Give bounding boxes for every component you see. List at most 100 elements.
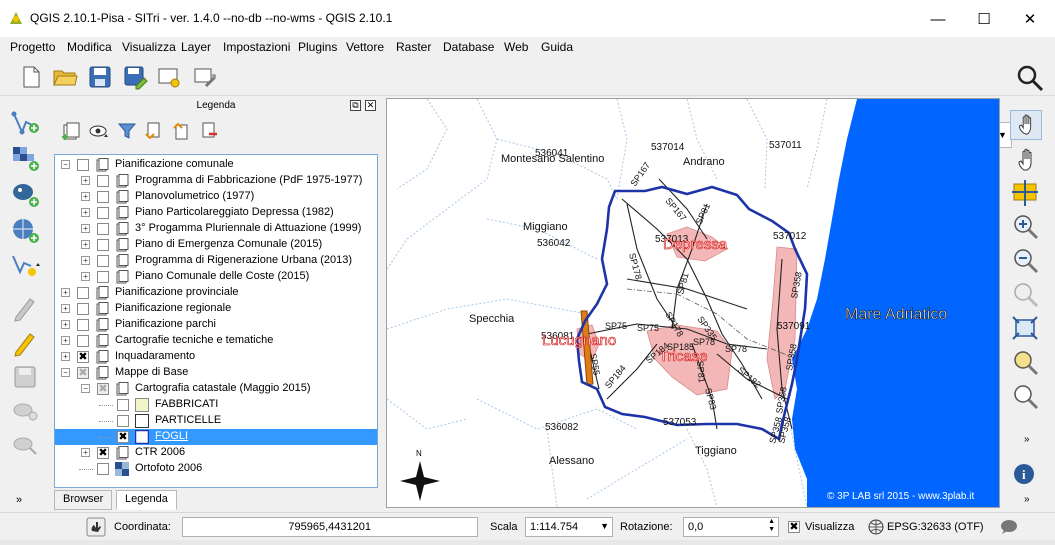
layer-tree-row[interactable]: + Pianificazione parchi xyxy=(55,317,377,333)
scale-dropdown-icon[interactable]: ▼ xyxy=(600,521,609,531)
add-group-icon[interactable] xyxy=(60,120,82,142)
menu-layer[interactable]: Layer xyxy=(181,40,211,54)
layer-visibility-checkbox[interactable] xyxy=(77,335,89,347)
coordinate-field[interactable]: 795965,4431201 xyxy=(182,517,478,537)
crs-globe-icon[interactable] xyxy=(868,519,884,535)
expand-icon[interactable]: + xyxy=(61,320,70,329)
layer-tree-row[interactable]: + Piano di Emergenza Comunale (2015) xyxy=(55,237,377,253)
save-as-icon[interactable] xyxy=(122,64,148,90)
menu-vettore[interactable]: Vettore xyxy=(346,40,384,54)
collapse-icon[interactable]: − xyxy=(81,384,90,393)
layer-visibility-checkbox[interactable]: ✖ xyxy=(77,367,89,379)
layer-tree-row[interactable]: + Cartografie tecniche e tematiche xyxy=(55,333,377,349)
layer-visibility-checkbox[interactable] xyxy=(97,223,109,235)
layer-visibility-checkbox[interactable] xyxy=(77,319,89,331)
layer-tree-row[interactable]: + Pianificazione regionale xyxy=(55,301,377,317)
menu-impostazioni[interactable]: Impostazioni xyxy=(223,40,290,54)
menu-guida[interactable]: Guida xyxy=(541,40,573,54)
expand-icon[interactable]: + xyxy=(81,448,90,457)
add-raster-layer-icon[interactable] xyxy=(10,144,42,174)
legend-float-button[interactable]: ⧉ xyxy=(350,100,361,111)
left-toolbar-more-icon[interactable]: » xyxy=(16,494,22,506)
menu-visualizza[interactable]: Visualizza xyxy=(122,40,176,54)
render-checkbox[interactable]: ✖ xyxy=(788,521,800,533)
zoom-actual-size-icon[interactable] xyxy=(1010,280,1042,310)
save-layer-edits-icon[interactable] xyxy=(10,363,42,393)
layer-visibility-checkbox[interactable] xyxy=(77,159,89,171)
expand-icon[interactable]: + xyxy=(61,336,70,345)
menu-database[interactable]: Database xyxy=(443,40,494,54)
pan-map-icon[interactable] xyxy=(1010,144,1042,174)
add-wms-layer-icon[interactable] xyxy=(10,216,42,246)
new-print-composer-icon[interactable] xyxy=(156,64,182,90)
expand-icon[interactable]: + xyxy=(81,240,90,249)
expand-icon[interactable]: + xyxy=(61,304,70,313)
layer-tree-row[interactable]: Ortofoto 2006 xyxy=(55,461,377,477)
toggle-extents-icon[interactable] xyxy=(86,517,106,537)
layer-visibility-checkbox[interactable] xyxy=(97,239,109,251)
layer-tree-row[interactable]: + ✖ CTR 2006 xyxy=(55,445,377,461)
layer-tree-row[interactable]: − Pianificazione comunale xyxy=(55,157,377,173)
map-canvas[interactable]: N Montesano Salentino 536041 537014 Andr… xyxy=(386,98,1000,508)
tab-legenda[interactable]: Legenda xyxy=(116,490,177,510)
menu-modifica[interactable]: Modifica xyxy=(67,40,112,54)
identify-features-icon[interactable]: i xyxy=(1010,460,1042,490)
crs-label[interactable]: EPSG:32633 (OTF) xyxy=(887,521,984,533)
toggle-editing-icon[interactable] xyxy=(10,293,42,323)
menu-progetto[interactable]: Progetto xyxy=(10,40,55,54)
layer-visibility-checkbox[interactable] xyxy=(77,303,89,315)
manage-visibility-icon[interactable] xyxy=(88,120,110,142)
menu-plugins[interactable]: Plugins xyxy=(298,40,337,54)
expand-all-icon[interactable] xyxy=(142,120,164,142)
layer-tree-row[interactable]: PARTICELLE xyxy=(55,413,377,429)
rotation-spinbox[interactable]: 0,0 ▲ ▼ xyxy=(683,517,779,537)
zoom-in-icon[interactable] xyxy=(1010,212,1042,242)
new-project-icon[interactable] xyxy=(18,64,44,90)
layer-tree-row[interactable]: − ✖ Cartografia catastale (Maggio 2015) xyxy=(55,381,377,397)
collapse-all-icon[interactable] xyxy=(170,120,192,142)
layer-tree-row[interactable]: + Piano Particolareggiato Depressa (1982) xyxy=(55,205,377,221)
layer-tree-row[interactable]: − ✖ Mappe di Base xyxy=(55,365,377,381)
layer-tree-row[interactable]: + ✖ Inquadaramento xyxy=(55,349,377,365)
save-project-icon[interactable] xyxy=(87,64,113,90)
zoom-full-icon[interactable] xyxy=(1010,314,1042,344)
layer-visibility-checkbox[interactable] xyxy=(97,463,109,475)
legend-close-button[interactable]: ✕ xyxy=(365,100,376,111)
scale-combo[interactable]: 1:114.754 ▼ xyxy=(525,517,613,537)
menu-raster[interactable]: Raster xyxy=(396,40,431,54)
layer-visibility-checkbox[interactable] xyxy=(117,415,129,427)
filter-legend-icon[interactable] xyxy=(116,120,138,142)
open-project-icon[interactable] xyxy=(52,64,78,90)
expand-icon[interactable]: + xyxy=(81,208,90,217)
tab-browser[interactable]: Browser xyxy=(54,490,113,510)
expand-icon[interactable]: + xyxy=(81,224,90,233)
menu-web[interactable]: Web xyxy=(504,40,528,54)
nav-toolbar-more-icon[interactable]: » xyxy=(1024,434,1030,445)
expand-icon[interactable]: + xyxy=(61,288,70,297)
layer-visibility-checkbox[interactable]: ✖ xyxy=(117,431,129,443)
layer-visibility-checkbox[interactable] xyxy=(97,271,109,283)
layer-tree-row[interactable]: + Piano Comunale delle Coste (2015) xyxy=(55,269,377,285)
expand-icon[interactable]: + xyxy=(81,272,90,281)
layer-visibility-checkbox[interactable] xyxy=(97,175,109,187)
layer-tree-row[interactable]: + Programma di Rigenerazione Urbana (2013… xyxy=(55,253,377,269)
composer-manager-icon[interactable] xyxy=(192,64,218,90)
layer-visibility-checkbox[interactable] xyxy=(77,287,89,299)
collapse-icon[interactable]: − xyxy=(61,160,70,169)
layer-tree-row[interactable]: +3° Progamma Pluriennale di Attuazione (… xyxy=(55,221,377,237)
layer-visibility-checkbox[interactable] xyxy=(97,255,109,267)
minimize-button[interactable]: — xyxy=(915,5,961,33)
layer-tree-row[interactable]: + Pianificazione provinciale xyxy=(55,285,377,301)
close-button[interactable]: ✕ xyxy=(1007,5,1053,33)
add-vector-layer-icon[interactable] xyxy=(10,108,42,138)
layer-visibility-checkbox[interactable]: ✖ xyxy=(97,447,109,459)
layer-visibility-checkbox[interactable] xyxy=(97,191,109,203)
layer-visibility-checkbox[interactable] xyxy=(117,399,129,411)
maximize-button[interactable]: ☐ xyxy=(961,5,1007,33)
messages-icon[interactable] xyxy=(1000,519,1018,535)
layer-tree-row[interactable]: FABBRICATI xyxy=(55,397,377,413)
zoom-out-icon[interactable] xyxy=(1010,246,1042,276)
remove-layer-icon[interactable] xyxy=(198,120,220,142)
layer-visibility-checkbox[interactable]: ✖ xyxy=(97,383,109,395)
zoom-to-layer-icon[interactable] xyxy=(1010,382,1042,412)
